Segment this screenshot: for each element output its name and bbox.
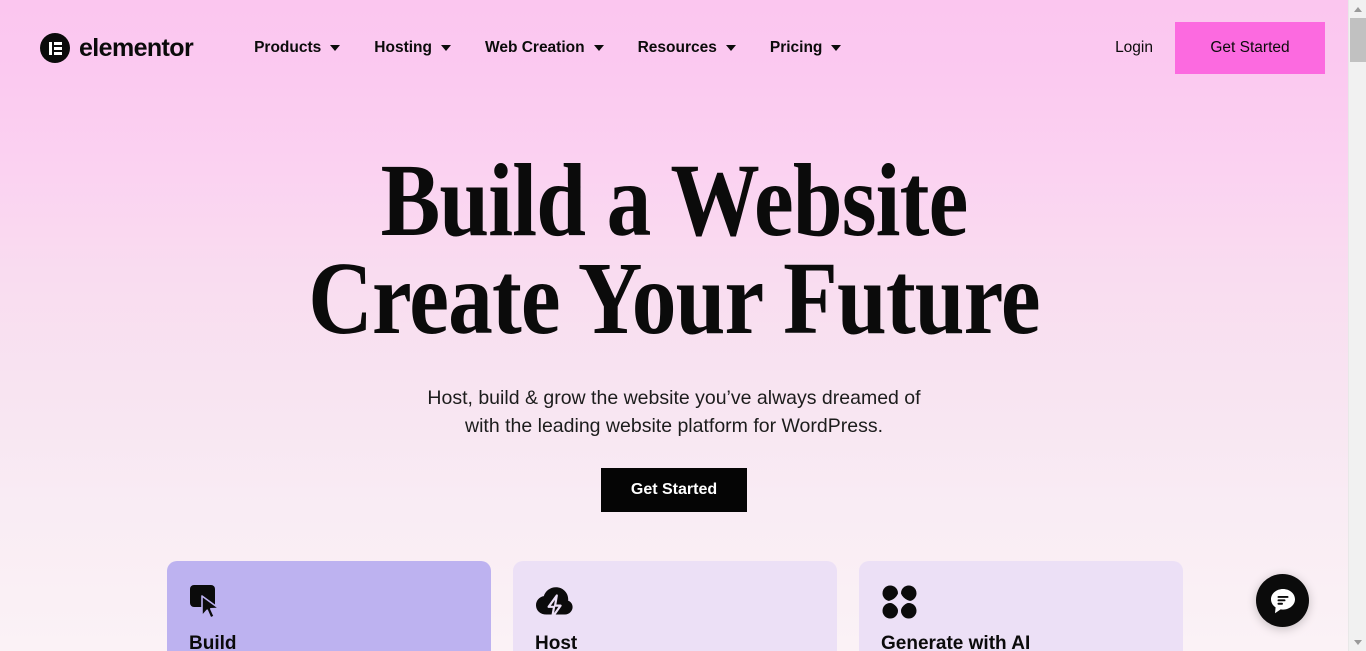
brand-logo-link[interactable]: elementor <box>40 33 194 63</box>
triangle-down-icon <box>1354 639 1362 645</box>
nav-item-label: Web Creation <box>484 39 585 56</box>
nav-item-label: Hosting <box>374 39 432 56</box>
nav-item-label: Pricing <box>769 39 823 56</box>
feature-card-label: Host <box>535 633 578 651</box>
cloud-bolt-icon <box>535 583 573 621</box>
ai-sparkle-icon <box>881 583 919 621</box>
site-header: elementor Products Hosting Web Creation … <box>0 0 1348 96</box>
nav-item-web-creation[interactable]: Web Creation <box>468 39 621 57</box>
hero-subtitle-line-1: Host, build & grow the website you’ve al… <box>427 386 921 409</box>
login-link[interactable]: Login <box>1093 39 1175 57</box>
chat-bubble-icon <box>1270 588 1295 613</box>
feature-card-host[interactable]: Host <box>513 561 837 651</box>
brand-name: elementor <box>79 33 194 62</box>
nav-item-label: Resources <box>637 39 717 56</box>
chat-widget-button[interactable] <box>1256 574 1309 627</box>
page-content: elementor Products Hosting Web Creation … <box>0 0 1348 651</box>
chevron-down-icon <box>330 45 341 51</box>
hero-title-line-1: Build a Website <box>380 143 969 258</box>
chevron-down-icon <box>831 45 842 51</box>
chevron-down-icon <box>725 45 736 51</box>
scrollbar-up-button[interactable] <box>1349 0 1366 18</box>
hero-section: Build a Website Create Your Future Host,… <box>0 96 1348 512</box>
scrollbar-down-button[interactable] <box>1349 633 1366 651</box>
chevron-down-icon <box>440 45 451 51</box>
feature-card-label: Generate with AI <box>881 633 1031 651</box>
page-title: Build a Website Create Your Future <box>94 143 1253 356</box>
feature-card-label: Build <box>189 633 237 651</box>
nav-item-label: Products <box>254 39 322 56</box>
hero-subtitle-line-2: with the leading website platform for Wo… <box>465 414 883 437</box>
cursor-box-icon <box>189 583 227 621</box>
elementor-logo-icon <box>40 33 70 63</box>
hero-title-line-2: Create Your Future <box>308 240 1040 356</box>
header-actions: Login Get Started <box>1093 22 1348 74</box>
nav-item-products[interactable]: Products <box>237 39 357 57</box>
feature-cards: Build Host Generate with AI <box>167 561 1183 651</box>
chevron-down-icon <box>593 45 604 51</box>
hero-get-started-button[interactable]: Get Started <box>601 467 747 512</box>
scrollbar-thumb[interactable] <box>1350 18 1366 62</box>
hero-subtitle: Host, build & grow the website you’ve al… <box>0 384 1348 440</box>
feature-card-build[interactable]: Build <box>167 561 491 651</box>
triangle-up-icon <box>1354 6 1362 12</box>
nav-item-hosting[interactable]: Hosting <box>357 39 468 57</box>
nav-item-pricing[interactable]: Pricing <box>753 39 859 57</box>
nav-item-resources[interactable]: Resources <box>621 39 753 57</box>
main-nav: Products Hosting Web Creation Resources … <box>237 39 858 57</box>
header-get-started-button[interactable]: Get Started <box>1175 22 1325 74</box>
feature-card-generate-with-ai[interactable]: Generate with AI <box>859 561 1183 651</box>
browser-viewport: elementor Products Hosting Web Creation … <box>0 0 1366 651</box>
vertical-scrollbar[interactable] <box>1348 0 1366 651</box>
